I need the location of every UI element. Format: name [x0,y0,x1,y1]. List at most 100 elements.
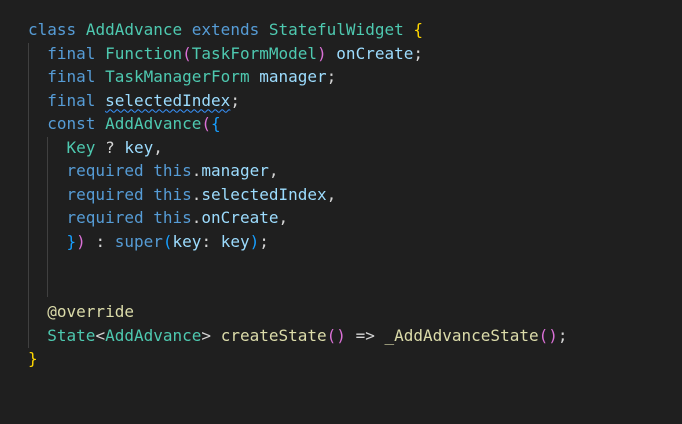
code-editor[interactable]: class AddAdvance extends StatefulWidget … [0,0,682,424]
code-token: required [66,161,144,180]
code-token-with-warning: selectedIndex [105,90,231,110]
code-token: ; [326,67,337,86]
code-token: @override [47,302,134,321]
code-token: manager [201,161,269,180]
code-token: ( [326,325,337,345]
code-token: ) [336,325,346,345]
code-line[interactable]: Key ? key, [28,136,163,160]
code-token: ) [76,231,86,251]
code-line[interactable]: required this.selectedIndex, [28,183,337,207]
code-line[interactable]: required this.onCreate, [28,206,289,230]
code-token: class [28,20,77,39]
code-line[interactable]: final selectedIndex; [28,89,240,113]
code-token: ( [162,231,173,251]
code-token: extends [191,20,260,39]
code-token: manager [259,67,327,86]
code-line[interactable]: }) : super(key: key); [28,230,269,254]
code-token: this [153,208,192,227]
code-line[interactable]: class AddAdvance extends StatefulWidget … [28,18,423,42]
code-token: . [191,161,202,180]
code-token: State [47,325,96,345]
code-token: StatefulWidget [268,20,404,39]
code-token: key [220,231,250,251]
code-token: ; [413,43,423,63]
code-token: required [66,208,144,227]
code-token: ; [557,325,568,345]
code-token: => [345,325,385,345]
code-token: { [211,114,221,133]
code-line[interactable]: final TaskManagerForm manager; [28,65,336,89]
code-token: required [66,184,144,204]
code-token: ( [538,325,549,345]
code-token: Key [66,137,96,157]
code-token: AddAdvance [105,325,202,345]
code-token: ) [548,325,558,345]
code-token: ; [230,90,240,110]
code-token: : [85,231,115,251]
code-token: AddAdvance [105,114,202,133]
code-token: final [47,43,96,63]
code-token: , [153,137,163,157]
code-token: _AddAdvanceState [384,325,539,345]
code-line[interactable]: } [28,347,38,371]
code-token: < [95,325,106,345]
code-token: final [47,67,96,86]
code-token: { [413,20,423,39]
code-token: final [47,90,96,110]
code-token: ) [249,231,260,251]
code-token: ; [259,231,269,251]
code-token: super [114,231,163,251]
code-line[interactable]: final Function(TaskFormModel) onCreate; [28,42,423,66]
code-token: TaskManagerForm [105,67,250,86]
code-token: > [201,325,212,345]
code-token: key [124,137,154,157]
code-token: } [66,231,77,251]
code-line[interactable]: State<AddAdvance> createState() => _AddA… [28,324,568,348]
code-token: Function [105,43,183,63]
code-line[interactable]: const AddAdvance({ [28,112,221,136]
code-token: createState [220,325,327,345]
code-token: selectedIndex [201,184,327,204]
code-token: onCreate [201,208,279,227]
code-line[interactable]: required this.manager, [28,159,279,183]
code-token: . [191,184,202,204]
code-token: ? [95,137,125,157]
code-token: this [153,161,192,180]
code-token: ( [182,43,192,63]
code-token: const [47,114,96,133]
code-token: key [172,231,202,251]
code-token: . [191,208,202,227]
code-token: onCreate [336,43,414,63]
code-token: AddAdvance [85,20,183,39]
code-token: , [278,208,289,227]
code-token: TaskFormModel [191,43,318,63]
code-line[interactable]: @override [28,300,134,324]
code-token: , [326,184,337,204]
code-token: } [28,349,38,368]
